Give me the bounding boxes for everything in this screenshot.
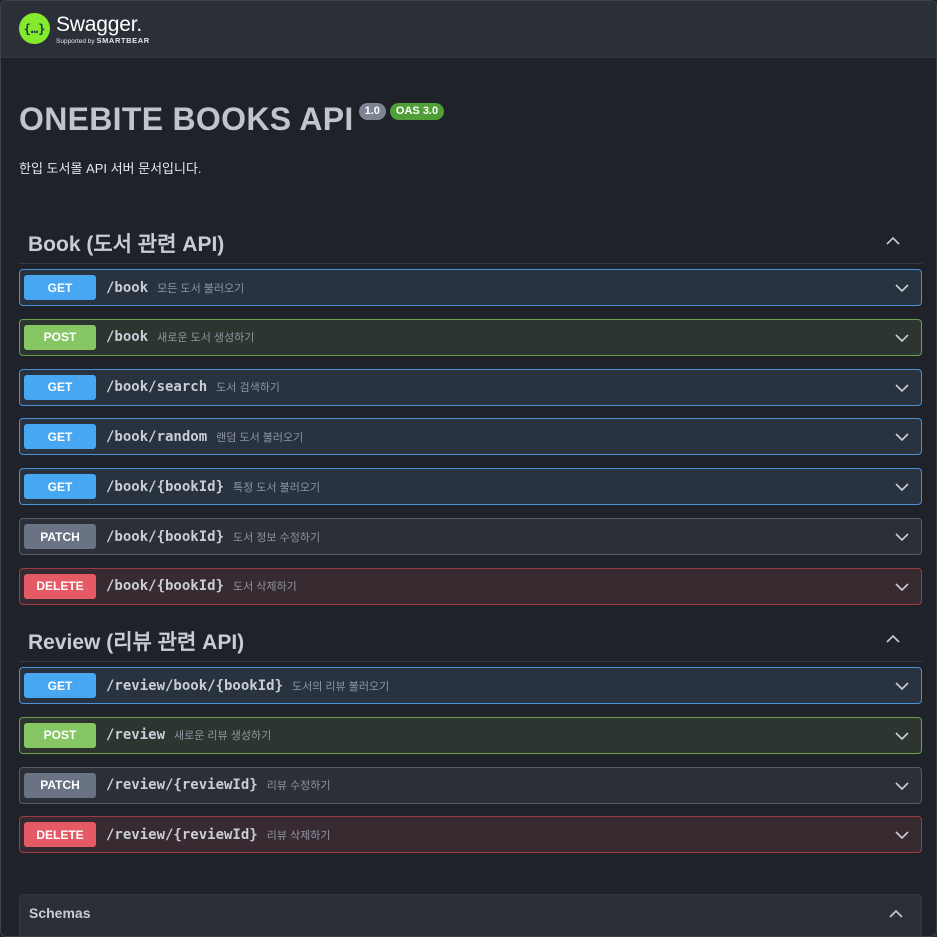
- method-badge: PATCH: [24, 772, 96, 798]
- chevron-down-icon[interactable]: [895, 281, 909, 295]
- method-badge: GET: [24, 474, 96, 500]
- logo-sub-prefix: Supported by: [56, 38, 97, 45]
- operation-path: /review/book/{bookId}: [106, 677, 284, 694]
- method-badge: GET: [24, 374, 96, 400]
- chevron-down-icon[interactable]: [895, 480, 909, 494]
- method-badge: GET: [24, 275, 96, 300]
- schemas-title: Schemas: [29, 905, 91, 921]
- top-bar: {…} Swagger. Supported by SMARTBEAR: [1, 1, 936, 58]
- operation-row[interactable]: POST/book 새로운 도서 생성하기: [19, 318, 922, 356]
- operation-path: /book/{bookId}: [106, 478, 225, 495]
- method-badge: GET: [24, 673, 96, 698]
- section-title: Review (리뷰 관련 API): [28, 631, 245, 654]
- title-row: ONEBITE BOOKS API 1.0 OAS 3.0: [19, 99, 445, 139]
- operation-summary: 도서 검색하기: [216, 382, 280, 395]
- oas-badge: OAS 3.0: [389, 103, 445, 120]
- logo-subtitle: Supported by SMARTBEAR: [56, 37, 150, 46]
- chevron-down-icon[interactable]: [895, 779, 909, 793]
- operation-row[interactable]: PATCH/book/{bookId} 도서 정보 수정하기: [19, 518, 922, 555]
- operation-summary: 도서 정보 수정하기: [233, 531, 321, 544]
- operation-summary: 랜덤 도서 불러오기: [216, 431, 304, 444]
- method-badge: DELETE: [24, 573, 96, 599]
- operation-row[interactable]: GET/book/{bookId} 특정 도서 불러오기: [19, 468, 922, 506]
- operation-row[interactable]: POST/review 새로운 리뷰 생성하기: [19, 716, 922, 754]
- chevron-down-icon[interactable]: [895, 828, 909, 842]
- version-badge: 1.0: [358, 103, 386, 120]
- operation-path: /book/{bookId}: [106, 578, 225, 595]
- chevron-up-icon[interactable]: [889, 907, 903, 921]
- operation-summary: 도서 삭제하기: [233, 581, 297, 594]
- operation-path: /book/search: [106, 379, 208, 396]
- operation-path: /book/random: [106, 428, 208, 445]
- operation-path: /review/{reviewId}: [106, 826, 258, 843]
- operation-summary: 특정 도서 불러오기: [233, 481, 321, 494]
- method-badge: PATCH: [24, 524, 96, 549]
- section-header[interactable]: Book (도서 관련 API): [19, 216, 922, 264]
- swagger-ui: {…} Swagger. Supported by SMARTBEAR ONEB…: [0, 0, 937, 937]
- swagger-logo-icon: {…}: [19, 13, 50, 44]
- api-title: ONEBITE BOOKS API: [19, 101, 354, 137]
- operation-summary: 새로운 도서 생성하기: [157, 332, 255, 345]
- operation-path: /book: [106, 329, 149, 346]
- operation-row[interactable]: DELETE/review/{reviewId} 리뷰 삭제하기: [19, 816, 922, 854]
- method-badge: POST: [24, 324, 96, 350]
- chevron-down-icon[interactable]: [895, 679, 909, 693]
- operation-summary: 모든 도서 불러오기: [157, 282, 245, 295]
- chevron-down-icon[interactable]: [895, 729, 909, 743]
- operation-path: /book: [106, 279, 149, 296]
- section-title: Book (도서 관련 API): [28, 233, 225, 256]
- swagger-logo[interactable]: {…} Swagger. Supported by SMARTBEAR: [19, 13, 150, 46]
- chevron-up-icon[interactable]: [886, 632, 900, 646]
- operation-summary: 리뷰 삭제하기: [266, 829, 331, 842]
- section-header[interactable]: Review (리뷰 관련 API): [19, 614, 922, 662]
- operation-path: /review/{reviewId}: [106, 777, 258, 794]
- operation-summary: 새로운 리뷰 생성하기: [174, 730, 272, 743]
- api-description: 한입 도서몰 API 서버 문서입니다.: [19, 161, 202, 176]
- chevron-up-icon[interactable]: [886, 234, 900, 248]
- operation-row[interactable]: GET/book/search 도서 검색하기: [19, 368, 922, 406]
- method-badge: DELETE: [24, 822, 96, 848]
- operation-row[interactable]: GET/book/random 랜덤 도서 불러오기: [19, 418, 922, 456]
- operation-summary: 도서의 리뷰 불러오기: [292, 680, 390, 693]
- schemas-section[interactable]: Schemas: [19, 894, 922, 936]
- operation-path: /book/{bookId}: [106, 528, 225, 545]
- operation-path: /review: [106, 727, 166, 744]
- method-badge: POST: [24, 722, 96, 748]
- logo-text: Swagger. Supported by SMARTBEAR: [56, 13, 150, 46]
- chevron-down-icon[interactable]: [895, 430, 909, 444]
- operation-row[interactable]: GET/review/book/{bookId} 도서의 리뷰 불러오기: [19, 667, 922, 704]
- operation-row[interactable]: DELETE/book/{bookId} 도서 삭제하기: [19, 567, 922, 605]
- chevron-down-icon[interactable]: [895, 381, 909, 395]
- operation-row[interactable]: GET/book 모든 도서 불러오기: [19, 269, 922, 306]
- chevron-down-icon[interactable]: [895, 580, 909, 594]
- logo-name: Swagger.: [56, 13, 142, 36]
- chevron-down-icon[interactable]: [895, 331, 909, 345]
- method-badge: GET: [24, 424, 96, 450]
- api-info: ONEBITE BOOKS API 1.0 OAS 3.0: [19, 99, 445, 139]
- operation-row[interactable]: PATCH/review/{reviewId} 리뷰 수정하기: [19, 766, 922, 804]
- logo-sub-brand: SMARTBEAR: [96, 36, 150, 45]
- chevron-down-icon[interactable]: [895, 530, 909, 544]
- operation-summary: 리뷰 수정하기: [266, 780, 331, 793]
